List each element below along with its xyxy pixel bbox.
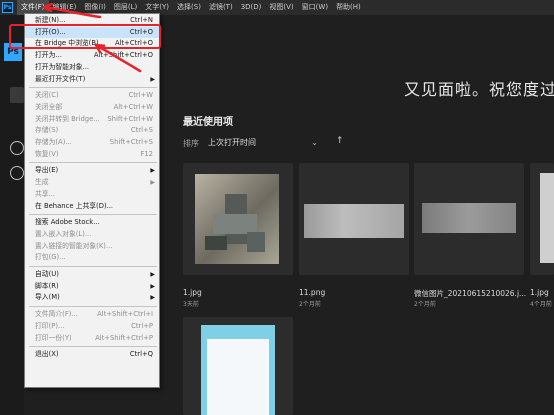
annotation-arrows (42, 2, 142, 73)
